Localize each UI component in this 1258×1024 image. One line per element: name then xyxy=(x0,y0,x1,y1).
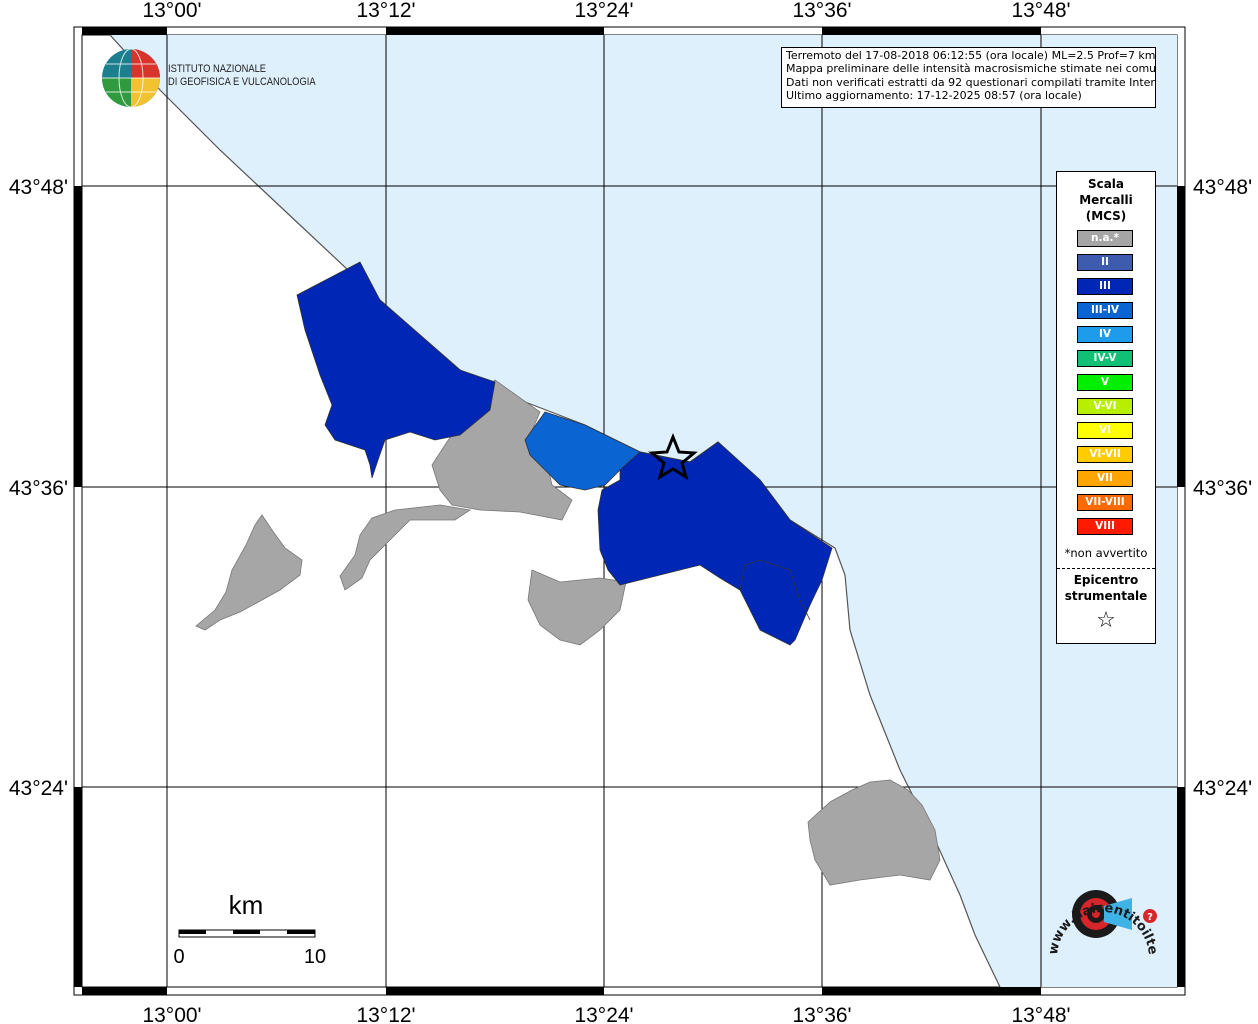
legend-item: V xyxy=(1077,374,1133,391)
scale-bar-start: 0 xyxy=(173,946,184,968)
ingv-globe-icon xyxy=(102,48,160,108)
lon-tick-label: 13°48' xyxy=(1011,0,1070,22)
lon-tick-label: 13°24' xyxy=(574,1004,633,1024)
legend-epicenter-label: Epicentro strumentale xyxy=(1064,573,1148,603)
lon-tick-label: 13°48' xyxy=(1011,1004,1070,1024)
legend-divider xyxy=(1057,568,1155,569)
lon-tick-label: 13°00' xyxy=(142,1004,201,1024)
scale-bar-unit: km xyxy=(229,890,264,920)
event-info-line: Dati non verificati estratti da 92 quest… xyxy=(786,75,1156,89)
legend-item: VII xyxy=(1077,470,1133,487)
legend-item: n.a.* xyxy=(1077,230,1133,247)
event-info-line: Terremoto del 17-08-2018 06:12:55 (ora l… xyxy=(786,49,1156,62)
legend-note: *non avvertito xyxy=(1064,546,1148,560)
legend-item: VI xyxy=(1077,422,1133,439)
legend-item: VIII xyxy=(1077,518,1133,535)
legend-items: n.a.* II III III-IV IV IV-V V V-VI VI VI… xyxy=(1077,230,1133,542)
lon-tick-label: 13°36' xyxy=(792,1004,851,1024)
lat-tick-label: 43°48' xyxy=(9,176,68,199)
legend-title: Scala Mercalli (MCS) xyxy=(1079,177,1133,223)
lon-tick-label: 13°24' xyxy=(574,0,633,22)
legend-item: VII-VIII xyxy=(1077,494,1133,511)
scale-bar: km 0 10 xyxy=(173,890,326,968)
legend-item: IV xyxy=(1077,326,1133,343)
ingv-logo: ISTITUTO NAZIONALE DI GEOFISICA E VULCAN… xyxy=(100,47,320,111)
lon-tick-label: 13°00' xyxy=(142,0,201,22)
lon-tick-label: 13°36' xyxy=(792,0,851,22)
lon-tick-label: 13°12' xyxy=(356,0,415,22)
scale-bar-end: 10 xyxy=(304,946,326,968)
legend-item: V-VI xyxy=(1077,398,1133,415)
mcs-legend: Scala Mercalli (MCS) n.a.* II III III-IV… xyxy=(1056,171,1156,644)
lon-tick-label: 13°12' xyxy=(356,1004,415,1024)
lat-tick-label: 43°24' xyxy=(9,777,68,800)
event-info-line: Mappa preliminare delle intensità macros… xyxy=(786,62,1156,76)
legend-item: III-IV xyxy=(1077,302,1133,319)
hst-logo[interactable]: ? www.haisentitoilterremoto.it ? xyxy=(1033,847,1166,974)
hst-url: www.haisentitoilterremoto.it ? xyxy=(1040,858,1160,956)
lat-tick-label: 43°24' xyxy=(1193,777,1252,800)
svg-text:?: ? xyxy=(1147,912,1153,923)
legend-epicenter-star-icon: ☆ xyxy=(1096,608,1116,633)
event-info-line: Ultimo aggiornamento: 17-12-2025 08:57 (… xyxy=(786,89,1082,103)
lat-tick-label: 43°36' xyxy=(1193,477,1252,500)
lat-tick-label: 43°36' xyxy=(9,477,68,500)
ingv-name: ISTITUTO NAZIONALE DI GEOFISICA E VULCAN… xyxy=(168,63,316,88)
event-info-box: Terremoto del 17-08-2018 06:12:55 (ora l… xyxy=(781,47,1156,108)
lat-tick-label: 43°48' xyxy=(1193,176,1252,199)
legend-item: IV-V xyxy=(1077,350,1133,367)
legend-item: III xyxy=(1077,278,1133,295)
legend-item: VI-VII xyxy=(1077,446,1133,463)
legend-item: II xyxy=(1077,254,1133,271)
